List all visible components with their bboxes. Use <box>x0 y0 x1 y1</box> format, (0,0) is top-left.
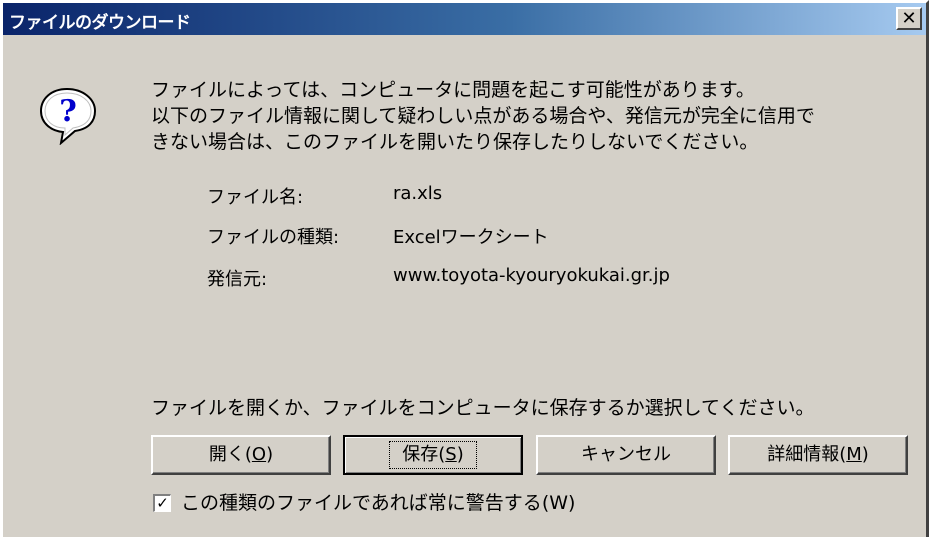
save-button-focus: 保存(S) <box>389 441 477 469</box>
details-button-accesskey: M <box>846 444 862 465</box>
open-button[interactable]: 開く(O) <box>151 435 331 475</box>
svg-text:?: ? <box>59 94 77 129</box>
save-button-label: 保存( <box>402 444 446 465</box>
question-icon: ? <box>39 87 97 145</box>
save-button[interactable]: 保存(S) <box>343 435 523 475</box>
always-warn-label[interactable]: この種類のファイルであれば常に警告する(W) <box>181 490 575 516</box>
file-name-label: ファイル名: <box>207 187 304 208</box>
file-type-label: ファイルの種類: <box>207 227 340 248</box>
warning-message: ファイルによっては、コンピュータに問題を起こす可能性があります。 以下のファイル… <box>151 77 891 155</box>
always-warn-label-text: この種類のファイルであれば常に警告する <box>181 492 542 514</box>
warning-line: 以下のファイル情報に関して疑わしい点がある場合や、発信元が完全に信用で <box>151 105 815 127</box>
source-label: 発信元: <box>207 269 268 290</box>
details-button-suffix: ) <box>861 444 869 465</box>
check-icon: ✓ <box>156 494 169 512</box>
save-button-suffix: ) <box>456 444 464 465</box>
file-type-value: Excelワークシート <box>393 227 549 248</box>
cancel-button-label: キャンセル <box>581 444 671 465</box>
always-warn-accesskey: (W) <box>541 492 576 514</box>
warning-line: きない場合は、このファイルを開いたり保存したりしないでください。 <box>151 131 759 153</box>
close-button[interactable]: ✕ <box>896 7 922 30</box>
open-button-label: 開く( <box>208 444 252 465</box>
details-button[interactable]: 詳細情報(M) <box>728 435 908 475</box>
open-button-suffix: ) <box>266 444 274 465</box>
cancel-button[interactable]: キャンセル <box>536 435 716 475</box>
close-icon: ✕ <box>901 8 917 29</box>
source-value: www.toyota-kyouryokukai.gr.jp <box>393 265 670 286</box>
action-prompt: ファイルを開くか、ファイルをコンピュータに保存するか選択してください。 <box>151 397 815 419</box>
file-download-dialog: ファイルのダウンロード ✕ ? ファイルによっては、コンピュータに問題を起こす可… <box>0 0 929 537</box>
save-button-accesskey: S <box>445 444 457 465</box>
details-button-label: 詳細情報( <box>767 444 847 465</box>
open-button-accesskey: O <box>251 444 267 465</box>
always-warn-checkbox[interactable]: ✓ <box>153 494 171 512</box>
dialog-title: ファイルのダウンロード <box>9 13 191 33</box>
title-bar[interactable]: ファイルのダウンロード ✕ <box>3 3 926 35</box>
file-name-value: ra.xls <box>393 183 443 204</box>
warning-line: ファイルによっては、コンピュータに問題を起こす可能性があります。 <box>151 79 755 101</box>
